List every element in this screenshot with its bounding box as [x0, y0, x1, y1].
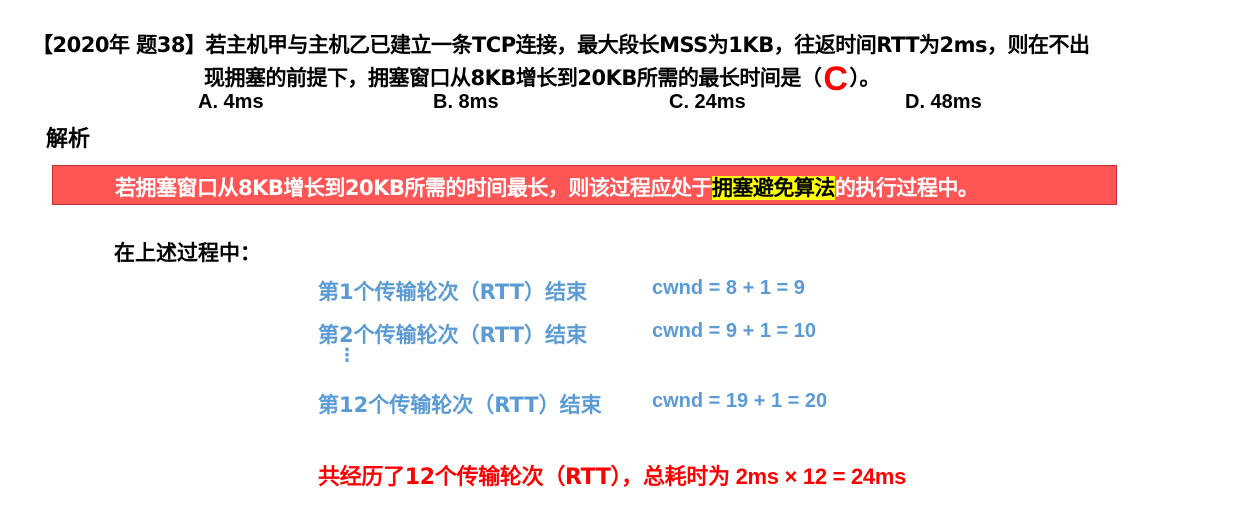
analysis-banner: 若拥塞窗口从8KB增长到20KB所需的时间最长，则该过程应处于拥塞避免算法的执行…	[52, 165, 1117, 205]
summary-text: 共经历了12个传输轮次（RTT），总耗时为	[318, 465, 730, 490]
round-row: 第12个传输轮次（RTT）结束 cwnd = 19 + 1 = 20	[318, 389, 827, 419]
option-c: C. 24ms	[669, 91, 746, 113]
round-calc: cwnd = 8 + 1 = 9	[652, 277, 805, 299]
round-label: 第1个传输轮次（RTT）结束	[318, 280, 587, 304]
option-b: B. 8ms	[433, 91, 499, 113]
round-label: 第12个传输轮次（RTT）结束	[318, 393, 602, 417]
ellipsis-vertical: ⋮	[338, 345, 356, 366]
banner-text-after: 的执行过程中。	[834, 176, 979, 200]
round-row: 第2个传输轮次（RTT）结束 cwnd = 9 + 1 = 10	[318, 319, 816, 349]
summary-line: 共经历了12个传输轮次（RTT），总耗时为 2ms × 12 = 24ms	[318, 459, 906, 491]
question-text-2a: 现拥塞的前提下，拥塞窗口从8KB增长到20KB所需的最长时间是（	[204, 66, 822, 90]
banner-highlight: 拥塞避免算法	[711, 176, 835, 200]
question-line-2: 现拥塞的前提下，拥塞窗口从8KB增长到20KB所需的最长时间是（C）。	[204, 60, 880, 99]
process-heading: 在上述过程中：	[114, 241, 261, 265]
banner-text-before: 若拥塞窗口从8KB增长到20KB所需的时间最长，则该过程应处于	[115, 176, 712, 200]
round-row: 第1个传输轮次（RTT）结束 cwnd = 8 + 1 = 9	[318, 276, 805, 306]
option-d: D. 48ms	[905, 91, 982, 113]
summary-calc: 2ms × 12 = 24ms	[729, 464, 907, 489]
analysis-heading: 解析	[46, 127, 91, 152]
round-label: 第2个传输轮次（RTT）结束	[318, 323, 587, 347]
question-line-1: 【2020年 题38】若主机甲与主机乙已建立一条TCP连接，最大段长MSS为1K…	[32, 29, 1090, 59]
answer-letter: C	[823, 60, 848, 98]
question-text-2b: ）。	[849, 66, 880, 90]
banner-text: 若拥塞窗口从8KB增长到20KB所需的时间最长，则该过程应处于拥塞避免算法的执行…	[115, 172, 979, 202]
round-calc: cwnd = 19 + 1 = 20	[652, 390, 828, 412]
question-text-1: 【2020年 题38】若主机甲与主机乙已建立一条TCP连接，最大段长MSS为1K…	[32, 33, 1090, 57]
option-a: A. 4ms	[198, 91, 264, 113]
round-calc: cwnd = 9 + 1 = 10	[652, 320, 816, 342]
